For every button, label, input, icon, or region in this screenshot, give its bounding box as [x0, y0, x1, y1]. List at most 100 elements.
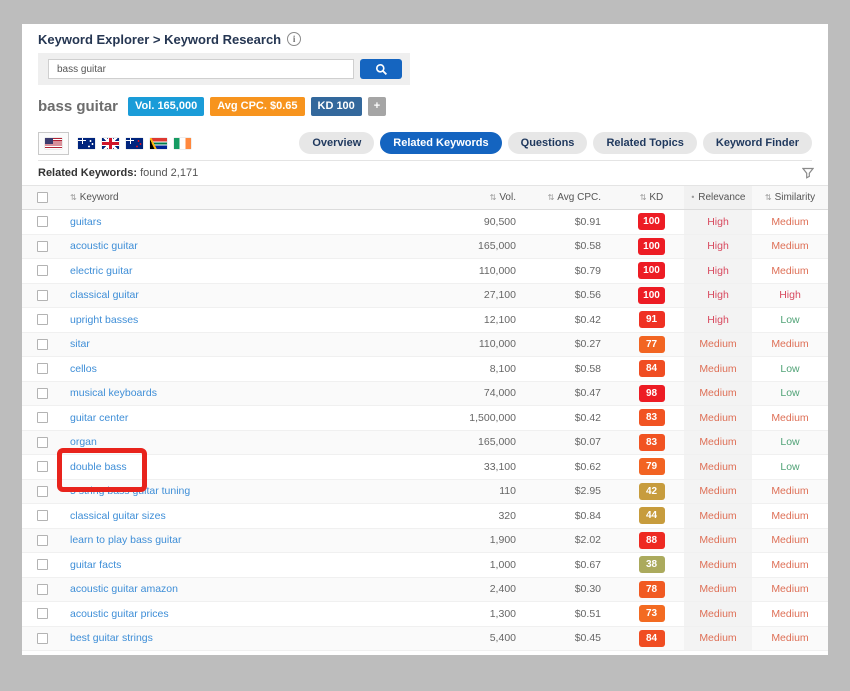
tab-related-keywords[interactable]: Related Keywords — [380, 132, 501, 154]
table-header: ⇅Keyword ⇅Vol. ⇅Avg CPC. ⇅KD •Relevance … — [22, 186, 828, 210]
south-africa-flag-icon[interactable] — [150, 138, 167, 149]
ireland-flag-icon[interactable] — [174, 138, 191, 149]
row-checkbox[interactable] — [37, 437, 48, 448]
relevance-value: High — [684, 235, 752, 259]
search-button[interactable] — [360, 59, 402, 79]
cpc-value: $0.58 — [534, 357, 619, 381]
row-checkbox[interactable] — [37, 633, 48, 644]
cpc-value: $0.84 — [534, 504, 619, 528]
row-checkbox[interactable] — [37, 216, 48, 227]
row-checkbox[interactable] — [37, 412, 48, 423]
keyword-link[interactable]: cellos — [70, 363, 97, 375]
table-row: cellos 8,100 $0.58 84 Medium Low — [22, 357, 828, 382]
results-count-bar: Related Keywords: found 2,171 — [22, 161, 828, 186]
header-cpc[interactable]: ⇅Avg CPC. — [534, 192, 619, 203]
row-checkbox[interactable] — [37, 584, 48, 595]
keyword-summary: bass guitar Vol. 165,000 Avg CPC. $0.65 … — [38, 96, 812, 117]
keyword-link[interactable]: guitar center — [70, 412, 128, 424]
header-kd[interactable]: ⇅KD — [619, 192, 684, 203]
united-states-flag-icon — [45, 138, 62, 149]
kd-badge-summary: KD 100 — [311, 97, 362, 116]
row-checkbox[interactable] — [37, 535, 48, 546]
search-bar — [38, 53, 410, 85]
keyword-link[interactable]: upright basses — [70, 314, 138, 326]
tab-overview[interactable]: Overview — [299, 132, 374, 154]
row-checkbox[interactable] — [37, 241, 48, 252]
keyword-link[interactable]: guitar facts — [70, 559, 121, 571]
relevance-value: High — [684, 210, 752, 234]
cpc-value: $0.62 — [534, 455, 619, 479]
similarity-value: Medium — [752, 553, 828, 577]
sort-icon: ⇅ — [765, 193, 772, 202]
select-all-checkbox[interactable] — [37, 192, 48, 203]
similarity-value: Medium — [752, 235, 828, 259]
keyword-link[interactable]: classical guitar sizes — [70, 510, 166, 522]
search-input[interactable] — [48, 59, 354, 79]
relevance-value: Medium — [684, 553, 752, 577]
keyword-link[interactable]: learn to play bass guitar — [70, 534, 181, 546]
info-icon[interactable]: i — [287, 32, 301, 46]
volume-value: 320 — [439, 504, 534, 528]
new-zealand-flag-icon[interactable] — [126, 138, 143, 149]
row-checkbox[interactable] — [37, 339, 48, 350]
keyword-link[interactable]: double bass — [70, 461, 127, 473]
row-checkbox[interactable] — [37, 559, 48, 570]
flag-united-states-selected[interactable] — [38, 132, 69, 155]
cpc-value: $0.58 — [534, 235, 619, 259]
row-checkbox[interactable] — [37, 314, 48, 325]
keyword-link[interactable]: best guitar strings — [70, 632, 153, 644]
volume-value: 1,500,000 — [439, 406, 534, 430]
tab-related-topics[interactable]: Related Topics — [593, 132, 696, 154]
table-row: sitar 110,000 $0.27 77 Medium Medium — [22, 333, 828, 358]
kd-badge: 79 — [639, 458, 665, 475]
volume-value: 5,400 — [439, 627, 534, 651]
relevance-value: Medium — [684, 431, 752, 455]
row-checkbox[interactable] — [37, 461, 48, 472]
keyword-link[interactable]: guitars — [70, 216, 102, 228]
add-badge-button[interactable]: + — [368, 97, 386, 116]
kd-badge: 100 — [638, 213, 665, 230]
row-checkbox[interactable] — [37, 290, 48, 301]
kd-badge: 100 — [638, 287, 665, 304]
keyword-link[interactable]: musical keyboards — [70, 387, 157, 399]
table-row: acoustic guitar amazon 2,400 $0.30 78 Me… — [22, 578, 828, 603]
kd-badge: 84 — [639, 360, 665, 377]
similarity-value: Medium — [752, 602, 828, 626]
tab-questions[interactable]: Questions — [508, 132, 588, 154]
cpc-value: $0.42 — [534, 308, 619, 332]
row-checkbox[interactable] — [37, 486, 48, 497]
header-relevance[interactable]: •Relevance — [684, 186, 752, 209]
tab-keyword-finder[interactable]: Keyword Finder — [703, 132, 812, 154]
united-kingdom-flag-icon[interactable] — [102, 138, 119, 149]
keyword-link[interactable]: electric guitar — [70, 265, 132, 277]
row-checkbox[interactable] — [37, 388, 48, 399]
kd-badge: 91 — [639, 311, 665, 328]
header-keyword[interactable]: ⇅Keyword — [62, 192, 439, 203]
sort-icon: ⇅ — [548, 193, 555, 202]
cpc-value: $0.47 — [534, 382, 619, 406]
similarity-value: Low — [752, 431, 828, 455]
row-checkbox[interactable] — [37, 363, 48, 374]
header-volume[interactable]: ⇅Vol. — [439, 192, 534, 203]
row-checkbox[interactable] — [37, 265, 48, 276]
keyword-link[interactable]: acoustic guitar prices — [70, 608, 169, 620]
row-checkbox[interactable] — [37, 510, 48, 521]
filter-icon[interactable] — [802, 167, 814, 179]
relevance-value: Medium — [684, 504, 752, 528]
australia-flag-icon[interactable] — [78, 138, 95, 149]
keyword-link[interactable]: acoustic guitar amazon — [70, 583, 178, 595]
kd-badge: 77 — [639, 336, 665, 353]
keyword-link[interactable]: 5 string bass guitar tuning — [70, 485, 190, 497]
volume-value: 33,100 — [439, 455, 534, 479]
sort-icon: • — [691, 193, 696, 202]
keyword-link[interactable]: sitar — [70, 338, 90, 350]
header-similarity[interactable]: ⇅Similarity — [752, 192, 828, 203]
keyword-link[interactable]: acoustic guitar — [70, 240, 138, 252]
keyword-link[interactable]: classical guitar — [70, 289, 139, 301]
row-checkbox[interactable] — [37, 608, 48, 619]
relevance-value: Medium — [684, 627, 752, 651]
keyword-link[interactable]: organ — [70, 436, 97, 448]
table-row: organ 165,000 $0.07 83 Medium Low — [22, 431, 828, 456]
cpc-value: $0.79 — [534, 259, 619, 283]
relevance-value: Medium — [684, 602, 752, 626]
